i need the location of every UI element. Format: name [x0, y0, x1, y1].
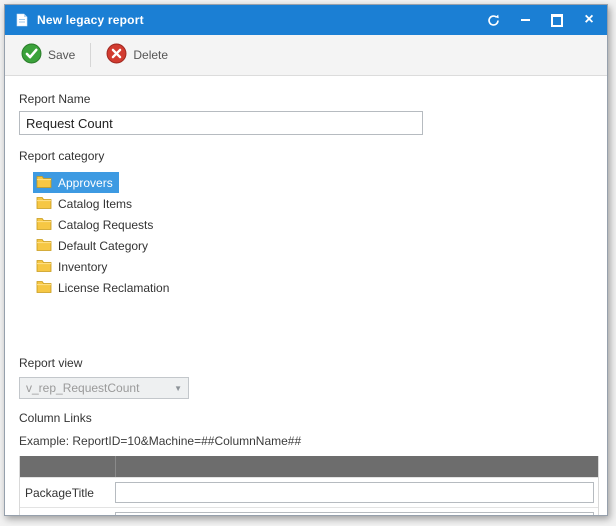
report-view-value: v_rep_RequestCount	[26, 381, 170, 395]
desktop-background: New legacy report ×	[0, 0, 616, 526]
table-row: PackageTitle	[20, 477, 598, 507]
tree-item-label: Approvers	[58, 176, 113, 190]
row-label-packagetitle: PackageTitle	[20, 486, 115, 500]
tree-item-catalog-requests[interactable]: Catalog Requests	[33, 214, 159, 235]
save-label: Save	[48, 48, 75, 62]
window-title: New legacy report	[37, 13, 144, 27]
table-header	[20, 456, 598, 477]
packagetitle-link-input[interactable]	[115, 482, 594, 503]
save-button[interactable]: Save	[11, 38, 85, 72]
tree-item-approvers[interactable]: Approvers	[33, 172, 119, 193]
tree-item-label: Default Category	[58, 239, 148, 253]
column-links-example: Example: ReportID=10&Machine=##ColumnNam…	[19, 434, 593, 448]
tree-item-license-reclamation[interactable]: License Reclamation	[33, 277, 175, 298]
table-row: Request Count	[20, 507, 598, 516]
tree-item-inventory[interactable]: Inventory	[33, 256, 113, 277]
tree-item-catalog-items[interactable]: Catalog Items	[33, 193, 138, 214]
folder-icon	[36, 259, 52, 275]
delete-label: Delete	[133, 48, 168, 62]
folder-icon	[36, 238, 52, 254]
save-icon	[21, 43, 42, 67]
report-name-label: Report Name	[19, 92, 593, 106]
row-cell	[115, 512, 598, 516]
close-button[interactable]: ×	[581, 12, 597, 28]
row-cell	[115, 482, 598, 503]
report-category-label: Report category	[19, 149, 593, 163]
column-links-table: PackageTitle Request Count	[19, 456, 599, 516]
delete-button[interactable]: Delete	[96, 38, 178, 72]
refresh-button[interactable]	[485, 12, 501, 28]
tree-item-label: Catalog Requests	[58, 218, 153, 232]
folder-icon	[36, 217, 52, 233]
report-view-label: Report view	[19, 356, 593, 370]
form-body: Report Name Report category Approvers	[5, 76, 607, 516]
report-view-select[interactable]: v_rep_RequestCount ▼	[19, 377, 189, 399]
tree-item-label: License Reclamation	[58, 281, 169, 295]
tree-item-label: Catalog Items	[58, 197, 132, 211]
minimize-icon	[521, 19, 530, 21]
refresh-icon	[487, 14, 500, 27]
maximize-icon	[551, 14, 563, 27]
chevron-down-icon: ▼	[174, 384, 182, 393]
tree-item-default-category[interactable]: Default Category	[33, 235, 154, 256]
minimize-button[interactable]	[517, 12, 533, 28]
titlebar: New legacy report ×	[5, 5, 607, 35]
close-icon: ×	[584, 12, 593, 28]
request-count-link-input[interactable]	[115, 512, 594, 516]
toolbar: Save Delete	[5, 35, 607, 76]
tree-item-label: Inventory	[58, 260, 107, 274]
window-controls: ×	[485, 12, 597, 28]
report-name-input[interactable]	[19, 111, 423, 135]
folder-icon	[36, 196, 52, 212]
report-icon	[15, 13, 29, 27]
folder-icon	[36, 280, 52, 296]
new-legacy-report-window: New legacy report ×	[4, 4, 608, 516]
category-tree: Approvers Catalog Items	[33, 172, 593, 350]
row-label-request-count: Request Count	[20, 516, 115, 517]
toolbar-separator	[90, 43, 91, 67]
column-links-label: Column Links	[19, 411, 593, 425]
maximize-button[interactable]	[549, 12, 565, 28]
delete-icon	[106, 43, 127, 67]
table-header-cell	[116, 456, 598, 477]
folder-icon	[36, 175, 52, 191]
table-header-cell	[20, 456, 116, 477]
